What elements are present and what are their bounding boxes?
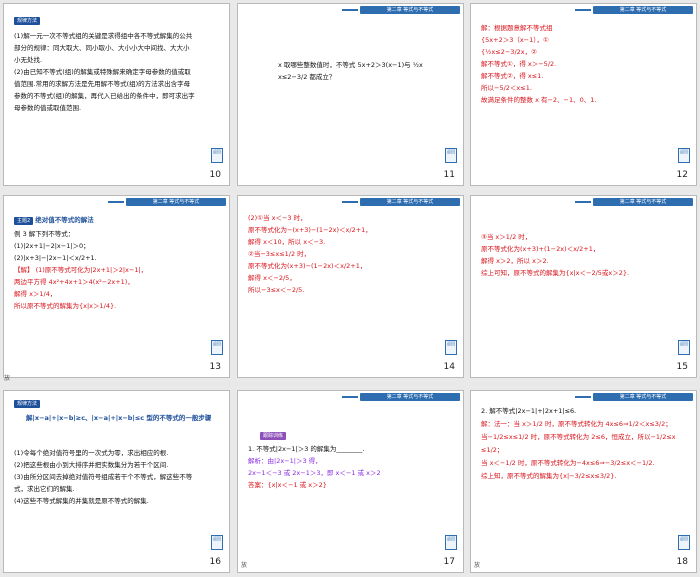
slide-12[interactable]: 第二章 等式与不等式 解：根据题意解不等式组 {5x+2＞3（x−1），① {½x… [470,3,697,186]
play-icon[interactable]: 放 [241,560,247,569]
slide-body: 1. 不等式|2x−1|＞3 的解集为________. 解析：由|2x−1|＞… [248,445,381,489]
back-button[interactable]: 返回 [678,535,690,550]
slide-body: 例 3 解下列不等式： (1)|2x+1|−2|x−1|＞0； (2)|x+3|−… [14,230,148,310]
chapter-header: 第二章 等式与不等式 [342,393,460,401]
back-button[interactable]: 返回 [211,340,223,355]
slide-number: 13 [209,362,221,372]
slide-tag: 跟踪训练 [260,432,287,440]
slide-number: 11 [443,170,455,180]
slide-number: 15 [676,362,688,372]
back-button[interactable]: 返回 [678,340,690,355]
slide-16[interactable]: 规律方法 解|x−a|+|x−b|≥c、|x−a|+|x−b|≤c 型的不等式的… [3,390,230,573]
slide-tag: 主题2 [14,217,34,225]
slide-body: (2)①当 x＜−3 时， 原不等式化为−(x+3)−(1−2x)＜x/2+1， … [248,214,372,294]
back-button[interactable]: 返回 [445,340,457,355]
slide-14[interactable]: 第二章 等式与不等式 (2)①当 x＜−3 时， 原不等式化为−(x+3)−(1−… [237,195,464,378]
slide-body: 解：根据题意解不等式组 {5x+2＞3（x−1），① {½x≤2−3/2x，② 解不… [481,24,597,104]
back-button[interactable]: 返回 [678,148,690,163]
slide-tag: 规律方法 [14,17,41,25]
slide-number: 10 [209,170,221,180]
slide-number: 16 [209,557,221,567]
slide-title: 绝对值不等式的解法 [35,216,94,224]
back-button[interactable]: 返回 [445,148,457,163]
play-icon[interactable]: 放 [474,560,480,569]
slide-17[interactable]: 第二章 等式与不等式 跟踪训练 1. 不等式|2x−1|＞3 的解集为_____… [237,390,464,573]
back-button[interactable]: 返回 [211,535,223,550]
chapter-header: 第二章 等式与不等式 [108,198,226,206]
slide-body: ③当 x＞1/2 时， 原不等式化为(x+3)+(1−2x)＜x/2+1， 解得 … [481,233,630,277]
back-button[interactable]: 返回 [211,148,223,163]
slide-body: (1)解一元一次不等式组的关键是求得组中各不等式解集的公共 部分的规律：同大取大、… [14,32,195,112]
slide-number: 17 [443,557,455,567]
slide-number: 12 [676,170,688,180]
slide-tag: 规律方法 [14,400,41,408]
play-icon[interactable]: 放 [4,373,10,382]
slide-18[interactable]: 第二章 等式与不等式 2. 解不等式|2x−1|+|2x+1|≤6. 解：法一：… [470,390,697,573]
back-button[interactable]: 返回 [445,535,457,550]
slide-10[interactable]: 规律方法 (1)解一元一次不等式组的关键是求得组中各不等式解集的公共 部分的规律：… [3,3,230,186]
slide-13[interactable]: 第二章 等式与不等式 主题2 绝对值不等式的解法 例 3 解下列不等式： (1)|… [3,195,230,378]
slide-15[interactable]: 第二章 等式与不等式 ③当 x＞1/2 时， 原不等式化为(x+3)+(1−2x)… [470,195,697,378]
slide-body: (1)令每个绝对值符号里的一次式为零，求出相应的根. (2)把这些根由小到大排序并… [14,449,193,505]
chapter-header: 第二章 等式与不等式 [342,198,460,206]
slide-number: 18 [676,557,688,567]
slide-subtitle: 解|x−a|+|x−b|≥c、|x−a|+|x−b|≤c 型的不等式的一般步骤 [26,414,212,422]
slide-body: 2. 解不等式|2x−1|+|2x+1|≤6. 解：法一：当 x＞1/2 时，原… [481,407,676,480]
chapter-header: 第二章 等式与不等式 [575,393,693,401]
slide-11[interactable]: 第二章 等式与不等式 x 取哪些整数值时，不等式 5x+2＞3(x−1)与 ½x… [237,3,464,186]
chapter-header: 第二章 等式与不等式 [575,198,693,206]
chapter-header: 第二章 等式与不等式 [575,6,693,14]
chapter-header: 第二章 等式与不等式 [342,6,460,14]
slide-number: 14 [443,362,455,372]
slide-body: x 取哪些整数值时，不等式 5x+2＞3(x−1)与 ½x x≤2−3/2 都成立… [278,61,423,81]
